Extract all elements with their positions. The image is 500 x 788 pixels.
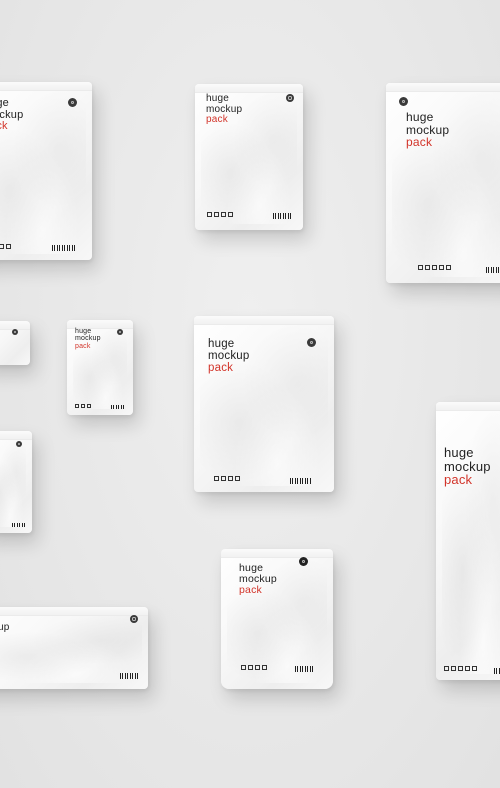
brand-logo-icon bbox=[68, 98, 77, 107]
brand-logo-icon bbox=[130, 615, 138, 623]
pack-label: up bbox=[0, 622, 10, 633]
mockup-scene: uge mckup ack huge mockup pack huge mock… bbox=[0, 0, 500, 788]
pack-label: huge mockup pack bbox=[206, 93, 243, 125]
brand-logo-icon bbox=[12, 329, 18, 335]
pack-label: huge mockup pack bbox=[406, 110, 450, 150]
barcode bbox=[111, 405, 125, 409]
barcode bbox=[486, 267, 500, 273]
sachet-top-middle: huge mockup pack bbox=[195, 84, 303, 230]
barcode bbox=[494, 668, 500, 674]
barcode bbox=[12, 523, 26, 527]
pack-label: uge mckup ack bbox=[0, 97, 24, 133]
brand-logo-icon bbox=[299, 557, 308, 566]
barcode bbox=[120, 673, 138, 679]
brand-logo-icon bbox=[286, 94, 294, 102]
sachet-left-middle bbox=[0, 431, 32, 533]
flat-pack-bottom-left: up bbox=[0, 607, 148, 689]
care-icons bbox=[75, 404, 91, 408]
brand-logo-icon bbox=[117, 329, 123, 335]
pouch-center: huge mockup pack bbox=[194, 316, 334, 492]
barcode bbox=[295, 666, 315, 672]
sachet-small-middle: huge mockup pack bbox=[67, 320, 133, 415]
care-icons bbox=[444, 666, 477, 671]
care-icons bbox=[241, 665, 267, 670]
barcode bbox=[52, 245, 76, 251]
care-icons bbox=[418, 265, 451, 270]
sachet-small-left bbox=[0, 321, 30, 365]
pack-label: huge mockup pack bbox=[239, 562, 277, 597]
pouch-large-left: uge mckup ack bbox=[0, 82, 92, 260]
pack-label: huge mockup pack bbox=[75, 328, 101, 350]
pack-label: huge mockup pack bbox=[208, 338, 250, 375]
care-icons bbox=[0, 244, 11, 249]
barcode bbox=[290, 478, 312, 484]
pouch-bottom-center: huge mockup pack bbox=[221, 549, 333, 689]
brand-logo-icon bbox=[399, 97, 408, 106]
brand-logo-icon bbox=[307, 338, 316, 347]
pouch-top-right: huge mockup pack bbox=[386, 83, 500, 283]
care-icons bbox=[207, 212, 233, 217]
care-icons bbox=[214, 476, 240, 481]
barcode bbox=[273, 213, 293, 219]
pack-label: huge mockup pack bbox=[444, 445, 491, 488]
brand-logo-icon bbox=[16, 441, 22, 447]
carton-right: huge mockup pack bbox=[436, 402, 500, 680]
